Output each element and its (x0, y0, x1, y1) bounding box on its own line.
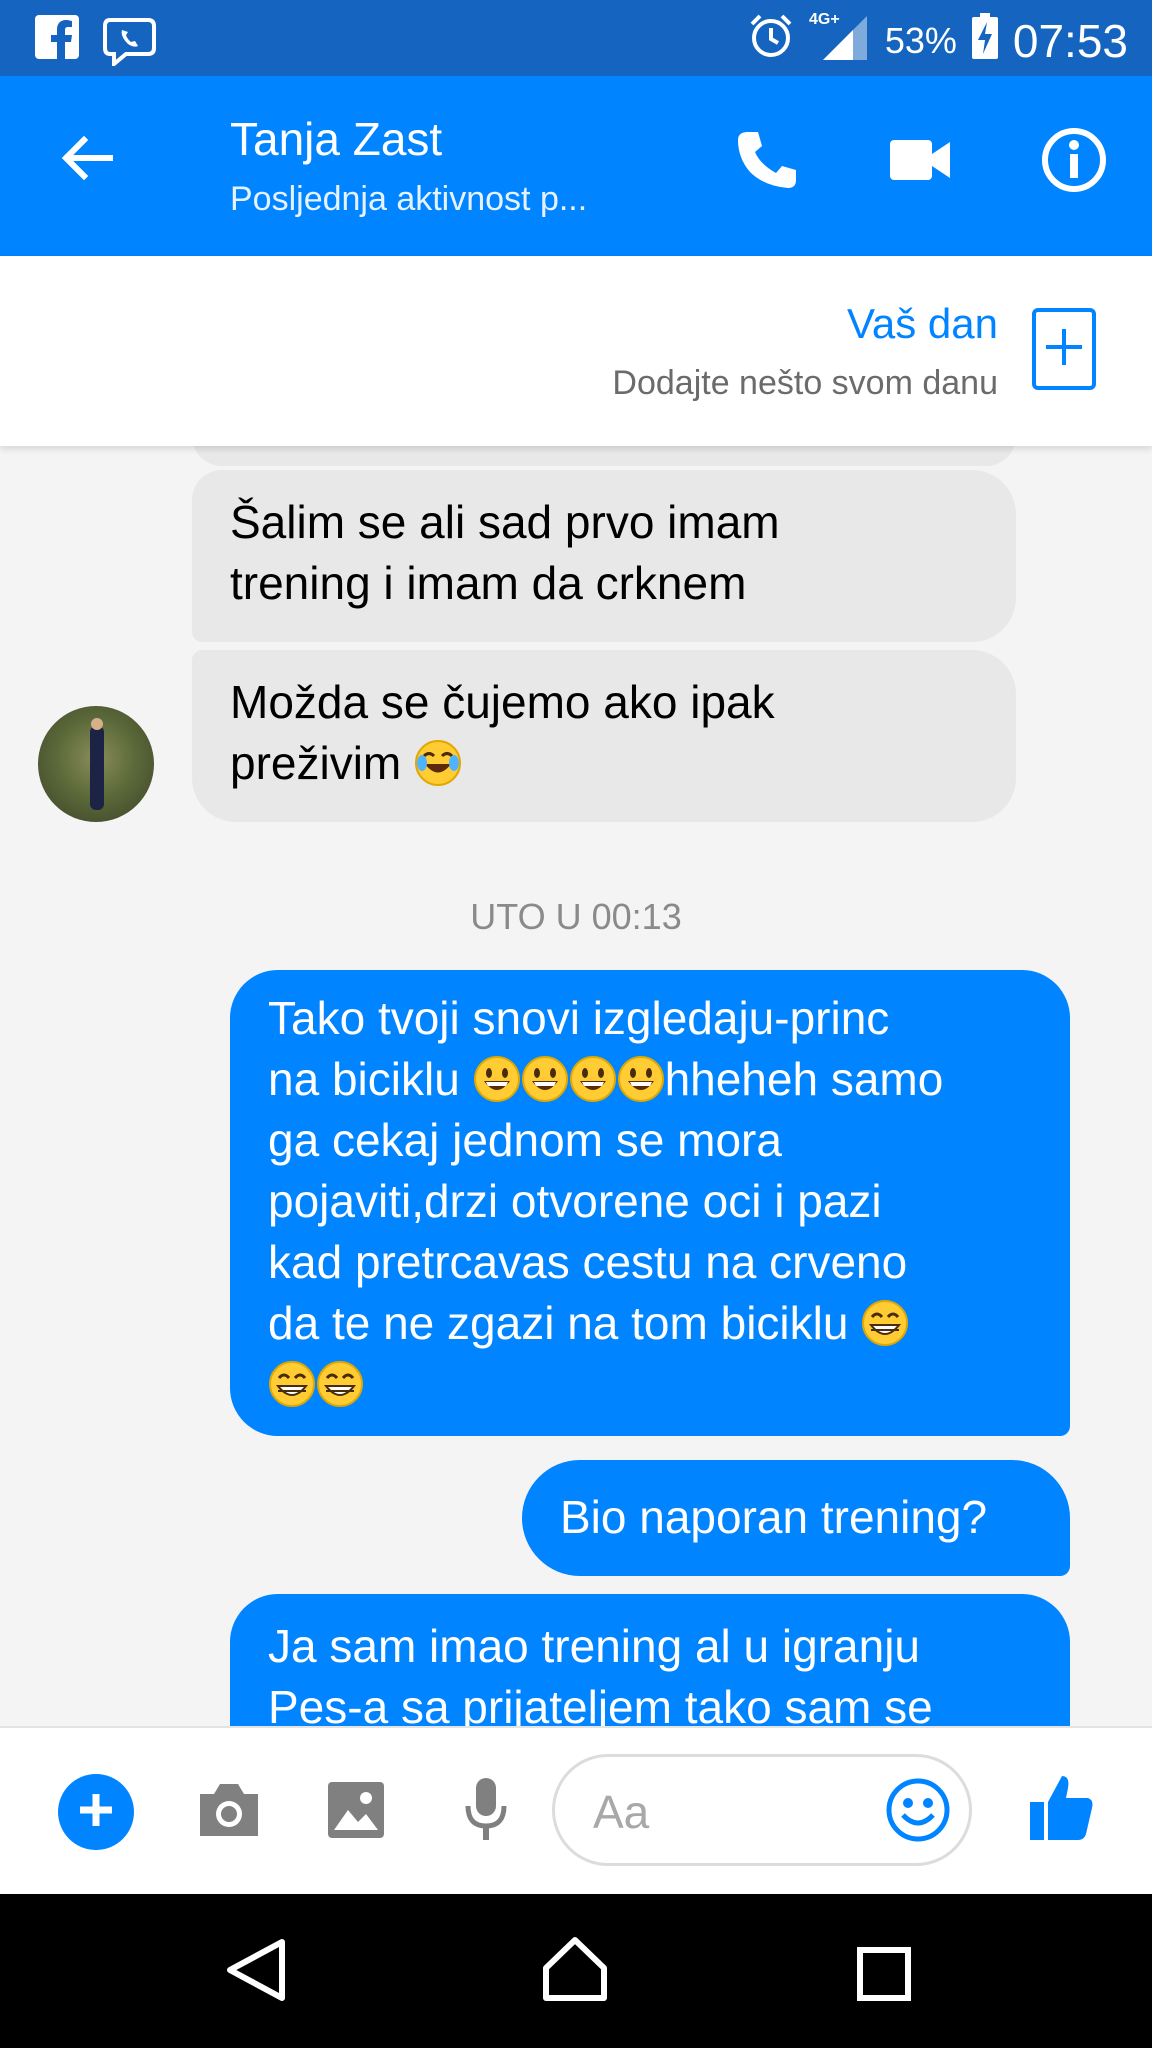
grinning-emoji-icon (617, 1055, 665, 1103)
message-text: na biciklu (268, 1053, 473, 1105)
message-text: Bio naporan trening? (560, 1491, 988, 1543)
beaming-emoji-icon (268, 1360, 316, 1408)
status-bar: 4G+ 53% 07:53 (0, 0, 1152, 76)
beaming-emoji-icon (861, 1299, 909, 1347)
viber-icon (102, 14, 158, 71)
message-list[interactable]: Šalim se ali sad prvo imam trening i ima… (0, 446, 1152, 1726)
message-text: Šalim se ali sad prvo imam (230, 496, 780, 548)
emoji-icon[interactable] (885, 1777, 951, 1848)
nav-back-icon[interactable] (224, 1938, 288, 2007)
composer-bar (0, 1726, 1152, 1894)
your-day-subtitle: Dodajte nešto svom danu (612, 364, 998, 402)
message-text: preživim (230, 737, 402, 789)
message-input-container[interactable] (552, 1754, 972, 1866)
grinning-emoji-icon (521, 1055, 569, 1103)
beaming-emoji-icon (316, 1360, 364, 1408)
system-navigation-bar (0, 1894, 1152, 2048)
grinning-emoji-icon (473, 1055, 521, 1103)
message-input[interactable] (591, 1779, 875, 1845)
nav-home-icon[interactable] (540, 1934, 610, 2009)
message-text: hheheh samo (664, 1053, 944, 1105)
clock: 07:53 (1012, 15, 1128, 67)
message-bubble-outgoing[interactable]: Bio naporan trening? (522, 1460, 1070, 1576)
signal-icon: 4G+ (809, 10, 871, 72)
message-text: Ja sam imao trening al u igranju (268, 1620, 920, 1672)
your-day-row[interactable]: Vaš dan Dodajte nešto svom danu (0, 256, 1152, 446)
message-text: da te ne zgazi na tom biciklu (268, 1297, 862, 1349)
alarm-icon (747, 12, 795, 70)
more-actions-button[interactable] (58, 1774, 134, 1850)
battery-percent: 53% (884, 20, 957, 61)
message-bubble-incoming[interactable]: Šalim se ali sad prvo imam trening i ima… (192, 470, 1016, 642)
conversation-header: Tanja Zast Posljednja aktivnost p... (0, 76, 1152, 256)
video-icon[interactable] (888, 132, 952, 193)
tears-of-joy-emoji-icon (414, 739, 462, 787)
camera-icon[interactable] (196, 1780, 262, 1845)
phone-icon[interactable] (734, 128, 800, 199)
back-arrow-icon[interactable] (56, 128, 116, 193)
message-text: Možda se čujemo ako ipak (230, 676, 775, 728)
contact-status: Posljednja aktivnost p... (230, 180, 588, 218)
message-text: Pes-a sa prijateljem tako sam se (268, 1681, 933, 1726)
message-text: pojaviti,drzi otvorene oci i pazi (268, 1175, 882, 1227)
avatar[interactable] (38, 706, 154, 822)
thumbs-up-icon[interactable] (1026, 1772, 1096, 1849)
contact-name[interactable]: Tanja Zast (230, 112, 442, 166)
grinning-emoji-icon (569, 1055, 617, 1103)
add-to-day-button[interactable] (1032, 308, 1096, 390)
message-text: kad pretrcavas cestu na crveno (268, 1236, 908, 1288)
microphone-icon[interactable] (462, 1776, 510, 1851)
nav-recents-icon[interactable] (856, 1946, 912, 2007)
message-bubble-outgoing[interactable]: Tako tvoji snovi izgledaju-princ na bici… (230, 970, 1070, 1436)
message-text: ga cekaj jednom se mora (268, 1114, 782, 1166)
info-icon[interactable] (1040, 126, 1108, 199)
message-bubble-incoming[interactable]: Možda se čujemo ako ipak preživim (192, 650, 1016, 822)
plus-icon (74, 1788, 118, 1837)
gallery-icon[interactable] (326, 1780, 386, 1845)
facebook-icon (34, 14, 80, 71)
network-type: 4G+ (809, 11, 840, 28)
message-text: trening i imam da crknem (230, 557, 747, 609)
battery-icon (971, 12, 999, 70)
message-text: Tako tvoji snovi izgledaju-princ (268, 992, 890, 1044)
message-timestamp: UTO U 00:13 (470, 896, 682, 937)
message-bubble-outgoing[interactable]: Ja sam imao trening al u igranju Pes-a s… (230, 1594, 1070, 1726)
plus-icon (1044, 327, 1084, 372)
your-day-title[interactable]: Vaš dan (847, 300, 998, 348)
message-bubble-partial (192, 446, 1016, 466)
